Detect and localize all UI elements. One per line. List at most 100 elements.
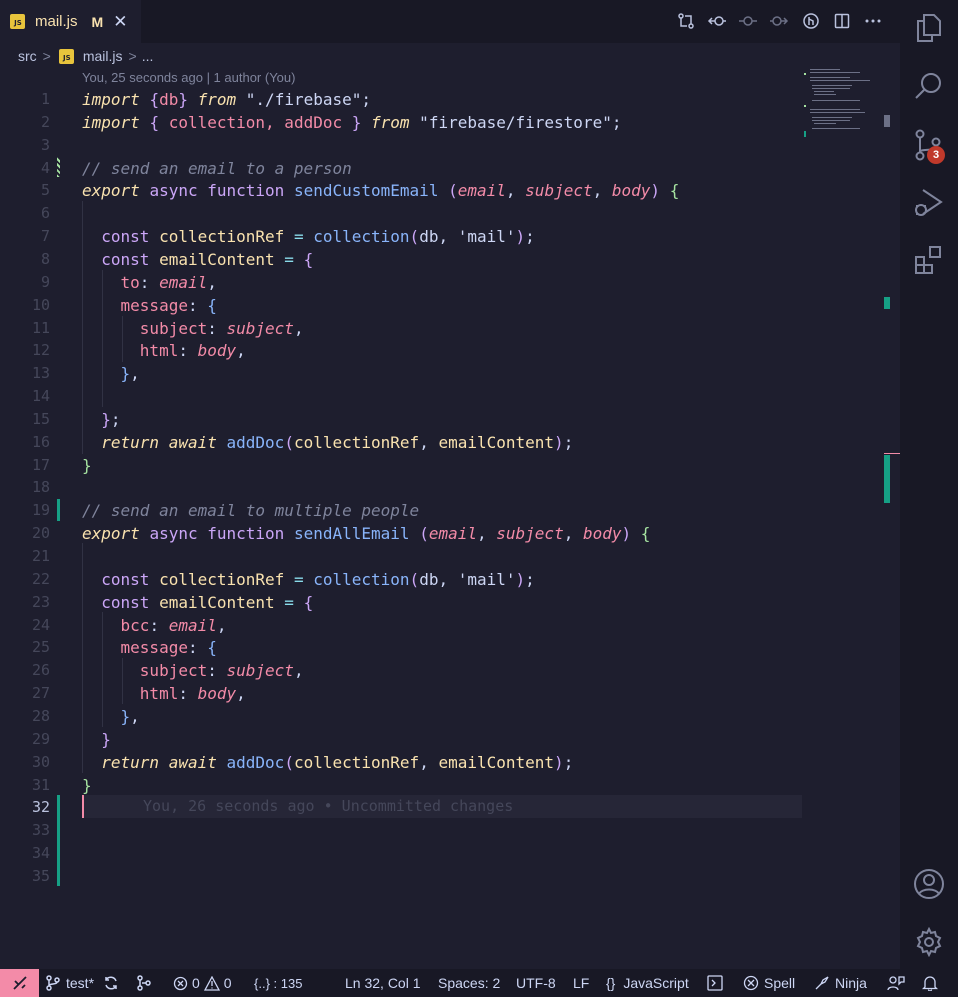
code-line[interactable]: 28 }, bbox=[0, 705, 900, 728]
gear-icon[interactable] bbox=[900, 922, 958, 962]
code-line[interactable]: 26 subject: subject, bbox=[0, 659, 900, 682]
code-line[interactable]: 5 export async function sendCustomEmail (… bbox=[0, 179, 900, 202]
code-token: , bbox=[477, 524, 497, 543]
code-line[interactable]: 8 const emailContent = { bbox=[0, 248, 900, 271]
code-line[interactable]: 13 }, bbox=[0, 362, 900, 385]
code-token: , bbox=[207, 273, 217, 292]
code-line[interactable]: 3 bbox=[0, 134, 900, 157]
compare-changes-icon[interactable] bbox=[675, 10, 697, 32]
code-token: // send an email to a person bbox=[82, 159, 352, 178]
account-icon[interactable] bbox=[900, 864, 958, 904]
git-added-marker[interactable] bbox=[57, 795, 60, 886]
code-line[interactable]: 27 html: body, bbox=[0, 682, 900, 705]
problems-status[interactable]: 0 0 bbox=[173, 969, 232, 997]
next-change-icon[interactable] bbox=[768, 10, 790, 32]
code-token: : bbox=[139, 273, 160, 292]
code-line[interactable]: 15 }; bbox=[0, 408, 900, 431]
minimap[interactable] bbox=[804, 69, 884, 139]
line-code: } bbox=[82, 774, 92, 797]
codelens-blame[interactable]: You, 25 seconds ago | 1 author (You) bbox=[82, 70, 295, 85]
more-actions-icon[interactable] bbox=[862, 10, 884, 32]
indent-guide bbox=[82, 201, 83, 454]
line-number: 2 bbox=[40, 113, 50, 131]
tab-mail-js[interactable]: JS mail.js M ✕ bbox=[0, 0, 141, 43]
code-line[interactable]: 18 bbox=[0, 476, 900, 499]
terminal-icon[interactable] bbox=[707, 969, 723, 997]
code-token: export bbox=[82, 524, 140, 543]
line-code: // send an email to multiple people bbox=[82, 499, 419, 522]
symbol-count[interactable]: {..} : 135 bbox=[254, 969, 302, 997]
code-line[interactable]: 2 import { collection, addDoc } from "fir… bbox=[0, 111, 900, 134]
code-line[interactable]: 17} bbox=[0, 454, 900, 477]
code-line[interactable]: 20 export async function sendAllEmail (em… bbox=[0, 522, 900, 545]
explorer-icon[interactable] bbox=[900, 10, 958, 46]
code-token: { bbox=[303, 593, 314, 612]
code-line[interactable]: 19 // send an email to multiple people bbox=[0, 499, 900, 522]
code-token: ( bbox=[409, 570, 420, 589]
spell-status[interactable]: Spell bbox=[743, 969, 795, 997]
language-mode[interactable]: {} JavaScript bbox=[606, 969, 689, 997]
code-line[interactable]: 16 return await addDoc(collectionRef, em… bbox=[0, 431, 900, 454]
line-number: 25 bbox=[31, 638, 50, 656]
code-line[interactable]: 4 // send an email to a person bbox=[0, 157, 900, 180]
line-code: }, bbox=[82, 362, 140, 385]
end-of-line[interactable]: LF bbox=[573, 969, 589, 997]
code-token: emailContent bbox=[438, 753, 555, 772]
code-line[interactable]: 35 bbox=[0, 865, 900, 888]
git-added-marker[interactable] bbox=[57, 499, 60, 521]
activity-bar: 3 bbox=[900, 0, 958, 969]
code-line[interactable]: 31} bbox=[0, 774, 900, 797]
split-editor-icon[interactable] bbox=[831, 10, 853, 32]
code-line[interactable]: 7 const collectionRef = collection(db, '… bbox=[0, 225, 900, 248]
branch-status[interactable]: test* bbox=[46, 969, 94, 997]
code-line[interactable]: 34 bbox=[0, 842, 900, 865]
git-graph-icon[interactable] bbox=[136, 969, 152, 997]
line-number: 35 bbox=[31, 867, 50, 885]
sync-icon[interactable] bbox=[103, 969, 119, 997]
cursor-position[interactable]: Ln 32, Col 1 bbox=[345, 969, 421, 997]
code-line[interactable]: 6 bbox=[0, 202, 900, 225]
code-line[interactable]: 22 const collectionRef = collection(db, … bbox=[0, 568, 900, 591]
code-line[interactable]: 12 html: body, bbox=[0, 339, 900, 362]
encoding[interactable]: UTF-8 bbox=[516, 969, 556, 997]
code-line[interactable]: 24 bcc: email, bbox=[0, 614, 900, 637]
code-token: ; bbox=[525, 227, 535, 246]
indentation[interactable]: Spaces: 2 bbox=[438, 969, 500, 997]
indent-guide bbox=[122, 316, 123, 362]
gitlens-icon[interactable] bbox=[800, 10, 822, 32]
code-token: , bbox=[130, 364, 140, 383]
close-icon[interactable]: ✕ bbox=[113, 12, 127, 32]
previous-change-icon[interactable] bbox=[737, 10, 759, 32]
vertical-scrollbar[interactable] bbox=[884, 69, 900, 969]
extensions-icon[interactable] bbox=[900, 240, 958, 280]
run-debug-icon[interactable] bbox=[900, 182, 958, 222]
line-number: 7 bbox=[40, 227, 50, 245]
remote-indicator[interactable] bbox=[0, 969, 39, 997]
code-line[interactable]: 29 } bbox=[0, 728, 900, 751]
search-icon[interactable] bbox=[900, 66, 958, 106]
code-token: ) bbox=[650, 181, 661, 200]
breadcrumb-symbols[interactable]: ... bbox=[142, 48, 154, 64]
code-line[interactable]: 23 const emailContent = { bbox=[0, 591, 900, 614]
code-line[interactable]: 25 message: { bbox=[0, 636, 900, 659]
scrollbar-thumb[interactable] bbox=[884, 115, 890, 127]
ninja-status[interactable]: Ninja bbox=[814, 969, 867, 997]
breadcrumb-folder[interactable]: src bbox=[18, 48, 37, 64]
code-line[interactable]: 30 return await addDoc(collectionRef, em… bbox=[0, 751, 900, 774]
open-changes-icon[interactable] bbox=[706, 10, 728, 32]
breadcrumb-file[interactable]: mail.js bbox=[83, 48, 123, 64]
git-modified-marker[interactable] bbox=[57, 157, 60, 177]
code-line[interactable]: 9 to: email, bbox=[0, 271, 900, 294]
line-code: return await addDoc(collectionRef, email… bbox=[82, 751, 573, 774]
code-line[interactable]: 11 subject: subject, bbox=[0, 317, 900, 340]
code-line[interactable]: 10 message: { bbox=[0, 294, 900, 317]
code-line[interactable]: 1 import {db} from "./firebase"; bbox=[0, 88, 900, 111]
code-line[interactable]: 14 bbox=[0, 385, 900, 408]
source-control-icon[interactable]: 3 bbox=[900, 124, 958, 168]
notifications-icon[interactable] bbox=[922, 969, 938, 997]
code-line[interactable]: 21 bbox=[0, 545, 900, 568]
feedback-icon[interactable] bbox=[887, 969, 905, 997]
code-line[interactable]: 33 bbox=[0, 819, 900, 842]
line-number: 29 bbox=[31, 730, 50, 748]
